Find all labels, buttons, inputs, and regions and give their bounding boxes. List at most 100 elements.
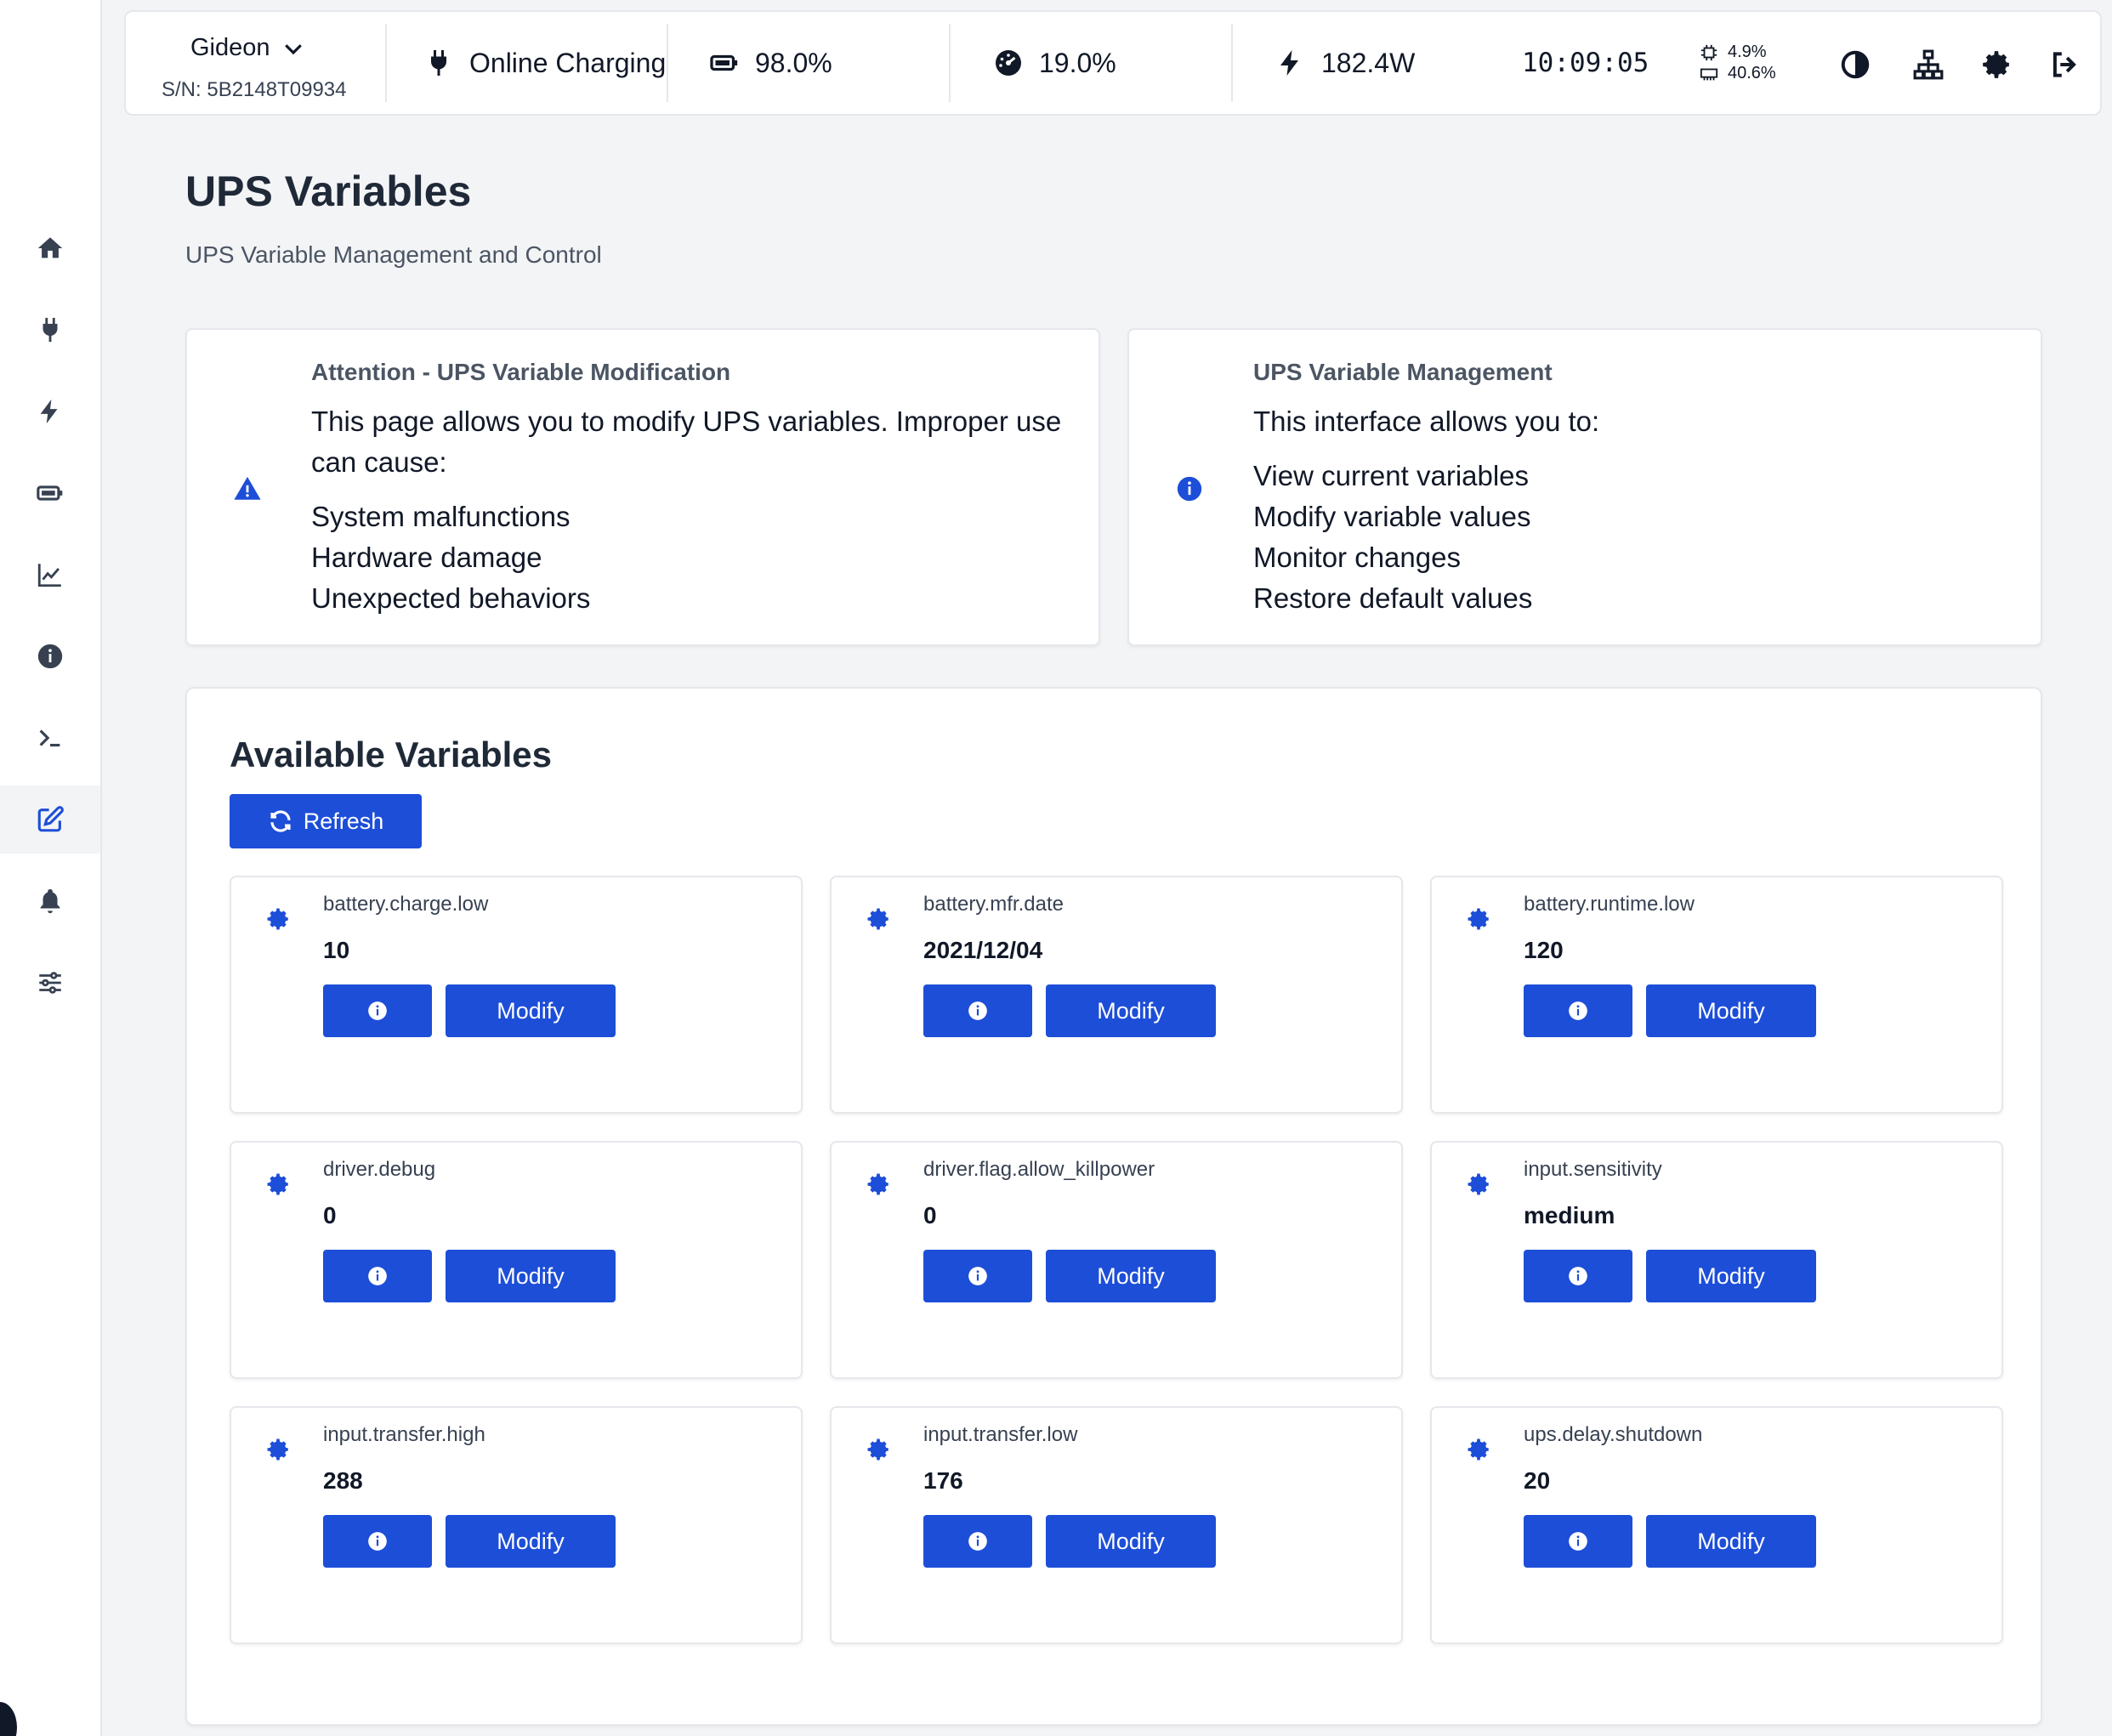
variable-card: input.transfer.low 176 Modify xyxy=(830,1406,1403,1644)
modify-button[interactable]: Modify xyxy=(1646,1250,1816,1302)
variable-card: battery.runtime.low 120 Modify xyxy=(1430,876,2003,1114)
modify-button[interactable]: Modify xyxy=(1046,984,1216,1037)
management-title: UPS Variable Management xyxy=(1253,359,1553,385)
settings-button[interactable] xyxy=(1979,48,2013,82)
variable-name: driver.flag.allow_killpower xyxy=(923,1158,1155,1181)
sidebar xyxy=(0,0,102,1736)
variable-card: driver.flag.allow_killpower 0 Modify xyxy=(830,1141,1403,1379)
modify-button[interactable]: Modify xyxy=(1646,984,1816,1037)
bolt-icon xyxy=(40,399,58,424)
modify-button[interactable]: Modify xyxy=(446,1515,616,1568)
gear-icon xyxy=(867,1438,889,1461)
variable-info-button[interactable] xyxy=(323,984,432,1037)
header-divider xyxy=(949,24,951,102)
info-icon xyxy=(368,1267,387,1285)
theme-toggle-icon xyxy=(1841,50,1870,79)
sidebar-item-terminal[interactable] xyxy=(0,704,100,772)
bell-icon xyxy=(40,888,60,914)
battery-icon xyxy=(710,54,738,71)
device-selector[interactable]: Gideon S/N: 5B2148T09934 xyxy=(126,12,385,114)
refresh-button[interactable]: Refresh xyxy=(230,794,422,848)
network-button[interactable] xyxy=(1911,48,1945,82)
cpu-usage: 4.9% xyxy=(1699,43,1776,62)
memory-icon xyxy=(1700,68,1718,80)
modify-button[interactable]: Modify xyxy=(1646,1515,1816,1568)
variable-card: ups.delay.shutdown 20 Modify xyxy=(1430,1406,2003,1644)
variable-name: input.sensitivity xyxy=(1524,1158,1662,1181)
variable-value: 0 xyxy=(923,1202,937,1228)
info-icon xyxy=(368,1001,387,1020)
info-icon xyxy=(368,1532,387,1551)
logout-icon xyxy=(2052,52,2076,77)
sidebar-item-notifications[interactable] xyxy=(0,867,100,935)
battery-status: 98.0% xyxy=(709,12,832,114)
device-name[interactable]: Gideon xyxy=(190,34,306,62)
variable-info-button[interactable] xyxy=(1524,984,1632,1037)
variable-info-button[interactable] xyxy=(923,984,1032,1037)
gear-icon xyxy=(267,908,288,930)
list-item: Unexpected behaviors xyxy=(311,582,591,614)
edit-icon xyxy=(37,806,64,832)
info-icon xyxy=(1569,1532,1587,1551)
info-icon xyxy=(968,1001,987,1020)
refresh-icon xyxy=(270,810,291,832)
top-header: Gideon S/N: 5B2148T09934 Online Charging… xyxy=(124,10,2102,116)
info-icon xyxy=(1569,1267,1587,1285)
management-list: View current variables Modify variable v… xyxy=(1253,456,1532,619)
variable-card: input.sensitivity medium Modify xyxy=(1430,1141,2003,1379)
header-divider xyxy=(1231,24,1233,102)
variable-info-button[interactable] xyxy=(1524,1515,1632,1568)
sidebar-item-battery[interactable] xyxy=(0,459,100,527)
warning-title: Attention - UPS Variable Modification xyxy=(311,359,731,385)
management-info-box: UPS Variable Management This interface a… xyxy=(1127,328,2042,646)
gauge-icon xyxy=(996,50,1021,76)
header-divider xyxy=(385,24,387,102)
variable-name: input.transfer.high xyxy=(323,1423,485,1446)
sidebar-item-power[interactable] xyxy=(0,296,100,364)
sidebar-item-energy[interactable] xyxy=(0,377,100,445)
modify-button[interactable]: Modify xyxy=(1046,1515,1216,1568)
modify-button[interactable]: Modify xyxy=(1046,1250,1216,1302)
plug-icon xyxy=(431,50,446,76)
logout-button[interactable] xyxy=(2047,48,2081,82)
page-title: UPS Variables xyxy=(185,167,472,215)
variable-value: 288 xyxy=(323,1467,363,1494)
gear-icon xyxy=(267,1173,288,1195)
variable-info-button[interactable] xyxy=(323,1515,432,1568)
variable-info-button[interactable] xyxy=(323,1250,432,1302)
variable-value: 2021/12/04 xyxy=(923,937,1043,963)
gear-icon xyxy=(267,1438,288,1461)
variable-info-button[interactable] xyxy=(1524,1250,1632,1302)
sidebar-item-info[interactable] xyxy=(0,622,100,690)
plug-icon xyxy=(43,317,58,343)
sidebar-item-settings[interactable] xyxy=(0,949,100,1017)
variable-value: 120 xyxy=(1524,937,1564,963)
variable-name: ups.delay.shutdown xyxy=(1524,1423,1703,1446)
bolt-icon xyxy=(1280,50,1298,76)
sidebar-item-home[interactable] xyxy=(0,214,100,282)
ups-status: Online Charging xyxy=(423,12,666,114)
home-icon xyxy=(37,237,63,258)
page-subtitle: UPS Variable Management and Control xyxy=(185,241,602,268)
gear-icon xyxy=(1983,51,2009,78)
chevron-down-icon xyxy=(284,43,302,54)
sidebar-item-variables[interactable] xyxy=(0,786,100,854)
terminal-icon xyxy=(39,729,60,747)
sidebar-item-charts[interactable] xyxy=(0,541,100,609)
variable-card: battery.charge.low 10 Modify xyxy=(230,876,803,1114)
variable-card: driver.debug 0 Modify xyxy=(230,1141,803,1379)
info-icon xyxy=(968,1532,987,1551)
list-item: Restore default values xyxy=(1253,582,1533,614)
variable-name: input.transfer.low xyxy=(923,1423,1078,1446)
variable-info-button[interactable] xyxy=(923,1515,1032,1568)
variable-info-button[interactable] xyxy=(923,1250,1032,1302)
theme-toggle-button[interactable] xyxy=(1838,48,1872,82)
sliders-icon xyxy=(39,972,61,994)
modify-button[interactable]: Modify xyxy=(446,1250,616,1302)
list-item: Monitor changes xyxy=(1253,542,1461,573)
list-item: Hardware damage xyxy=(311,542,542,573)
gear-icon xyxy=(867,1173,889,1195)
modify-button[interactable]: Modify xyxy=(446,984,616,1037)
warning-list: System malfunctions Hardware damage Unex… xyxy=(311,496,590,619)
corner-decoration xyxy=(0,1702,17,1736)
